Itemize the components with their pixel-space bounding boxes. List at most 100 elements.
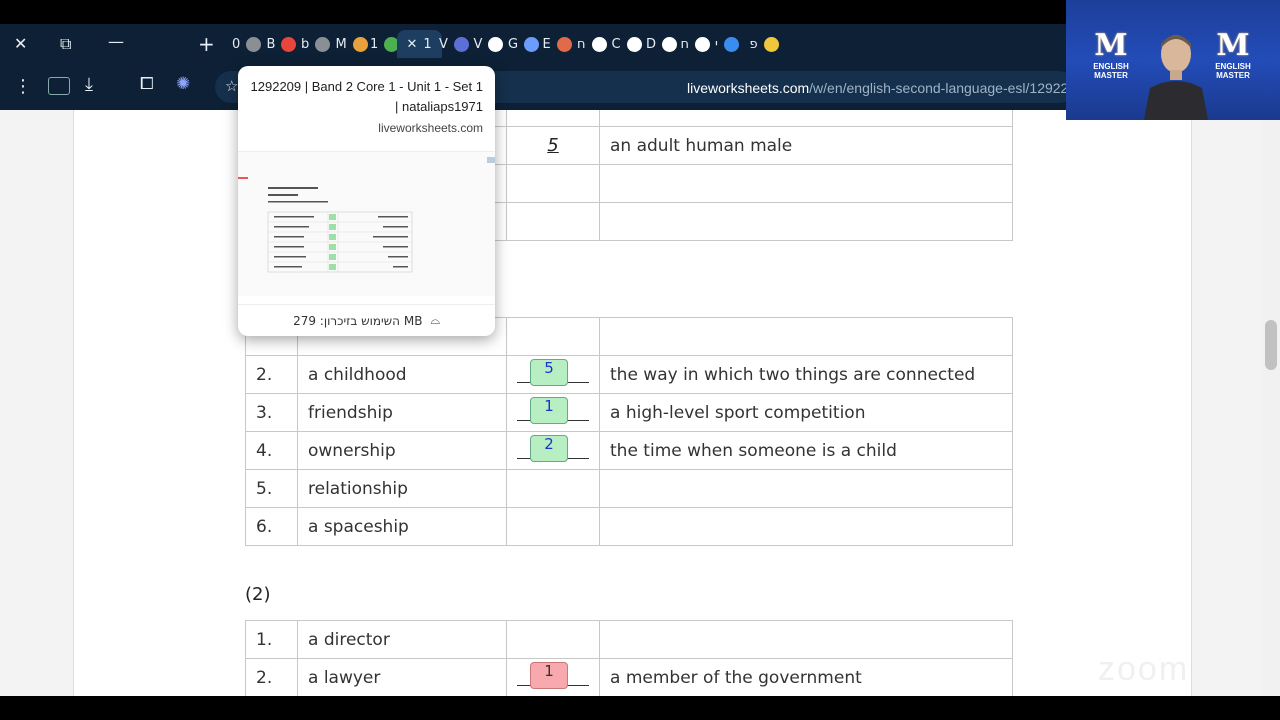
meaning-cell: the time when someone is a child	[599, 431, 1013, 470]
close-window-icon[interactable]: ✕	[14, 36, 27, 52]
meaning-cell: an adult human male	[599, 126, 1013, 165]
memory-gauge-icon: ⌓	[430, 313, 440, 327]
table-row: 2. a childhood 5 the way in which two th…	[245, 355, 1013, 394]
tab-label: י	[715, 36, 718, 52]
memory-usage: השימוש בזיכרון: 279 MB ⌓	[238, 304, 495, 336]
tab-label: 1	[423, 36, 432, 52]
tab-label: C	[611, 36, 621, 52]
tab-favicon-icon	[352, 36, 368, 52]
scroll-thumb[interactable]	[1265, 320, 1277, 370]
browser-tab[interactable]: 1	[370, 30, 400, 58]
tab-favicon-icon	[246, 36, 262, 52]
table-row: 3. friendship 1 a high-level sport compe…	[245, 393, 1013, 432]
english-master-logo-right: M ENGLISH MASTER	[1215, 28, 1251, 81]
browser-tab[interactable]: M	[336, 30, 368, 58]
tab-label: M	[335, 36, 347, 52]
tab-hover-card: 1292209 | Band 2 Core 1 - Unit 1 - Set 1…	[238, 66, 495, 336]
tab-search-icon[interactable]: ⧉	[60, 36, 71, 52]
browser-tab[interactable]: G	[508, 30, 540, 58]
tab-label: 0	[232, 36, 241, 52]
browser-tab[interactable]: V	[439, 30, 469, 58]
memory-usage-text: השימוש בזיכרון: 279 MB	[293, 313, 423, 328]
url-domain: liveworksheets.com	[687, 80, 810, 96]
screen: ✕ ⧉ — + 0 Bb M 1 ✕ 1 V V G E ח C D ח י פ ⋮ ⤓ ⧠ ✺ ☆ live…	[0, 0, 1280, 720]
tab-strip: ✕ ⧉ — + 0 Bb M 1 ✕ 1 V V G E ח C D ח י פ	[0, 24, 1066, 64]
word-cell: ownership	[297, 431, 507, 470]
browser-tab[interactable]: b	[301, 30, 331, 58]
meaning-cell	[599, 507, 1013, 546]
answer-drop-box-wrong[interactable]: 1	[530, 662, 568, 689]
answer-drop-box[interactable]: 5	[530, 359, 568, 386]
browser-tab[interactable]: V	[474, 30, 504, 58]
tab-label: B	[266, 36, 276, 52]
table-row: 4. ownership 2 the time when someone is …	[245, 431, 1013, 470]
tab-favicon-icon	[662, 36, 678, 52]
section-label: (2)	[245, 584, 271, 605]
row-number: 3.	[245, 393, 298, 432]
answer-drop-box[interactable]: 1	[530, 397, 568, 424]
url-text[interactable]: liveworksheets.com/w/en/english-second-l…	[687, 80, 1068, 96]
tab-label: פ	[749, 36, 758, 52]
table-row: 5. relationship	[245, 469, 1013, 508]
answer-text[interactable]: 5	[517, 135, 589, 156]
match-table-3: 1. a director 2. a lawyer 1 a member of …	[245, 620, 1013, 696]
page-scrollbar[interactable]	[1262, 110, 1280, 696]
answer-cell[interactable]	[506, 620, 600, 659]
meaning-cell: a member of the government	[599, 658, 1013, 696]
browser-tab[interactable]: י	[715, 30, 739, 58]
close-tab-icon[interactable]: ✕	[407, 37, 418, 52]
browser-tab[interactable]: פ	[750, 30, 779, 58]
hover-card-thumbnail	[238, 151, 495, 296]
word-cell: a spaceship	[297, 507, 507, 546]
meaning-cell	[599, 469, 1013, 508]
meaning-cell: the way in which two things are connecte…	[599, 355, 1013, 394]
tab-label: G	[508, 36, 519, 52]
row-number: 4.	[245, 431, 298, 470]
browser-tab[interactable]: ח	[680, 30, 710, 58]
tab-favicon-icon	[488, 36, 504, 52]
new-tab-icon[interactable]: +	[198, 34, 215, 54]
extensions-icon[interactable]: ⧠	[140, 76, 154, 93]
table-row: 2. a lawyer 1 a member of the government	[245, 658, 1013, 696]
word-cell: relationship	[297, 469, 507, 508]
tab-favicon-icon	[281, 36, 297, 52]
answer-cell[interactable]	[506, 507, 600, 546]
gemini-icon[interactable]: ✺	[176, 76, 190, 93]
bookmark-star-icon[interactable]: ☆	[225, 79, 238, 94]
tab-favicon-icon	[723, 36, 739, 52]
english-master-logo-left: M ENGLISH MASTER	[1093, 28, 1129, 81]
download-icon[interactable]: ⤓	[85, 76, 93, 94]
tab-label: 1	[370, 36, 379, 52]
browser-tab[interactable]: 0	[232, 30, 262, 58]
webcam-overlay: M ENGLISH MASTER M ENGLISH MASTER	[1066, 0, 1280, 120]
browser-tab[interactable]: C	[612, 30, 642, 58]
row-number: 5.	[245, 469, 298, 508]
minimize-icon[interactable]: —	[108, 34, 124, 50]
tab-favicon-icon	[695, 36, 710, 52]
meaning-cell: a high-level sport competition	[599, 393, 1013, 432]
tab-label: D	[646, 36, 657, 52]
english-master-extension-icon[interactable]	[48, 77, 70, 95]
word-cell: a director	[297, 620, 507, 659]
tab-favicon-icon	[763, 36, 779, 52]
answer-drop-box[interactable]: 2	[530, 435, 568, 462]
meaning-cell	[599, 202, 1013, 241]
browser-tab[interactable]: ח	[577, 30, 607, 58]
browser-tab[interactable]: B	[267, 30, 297, 58]
tab-favicon-icon	[556, 36, 572, 52]
tab-label: ח	[680, 36, 690, 52]
tab-label: E	[542, 36, 551, 52]
browser-tab[interactable]: ✕ 1	[396, 30, 442, 58]
tab-label: V	[439, 36, 448, 52]
word-cell: a childhood	[297, 355, 507, 394]
meaning-cell	[599, 620, 1013, 659]
browser-tab[interactable]: E	[543, 30, 572, 58]
tab-label: ח	[577, 36, 586, 52]
tab-favicon-icon	[315, 36, 331, 52]
match-table-2: 2. a childhood 5 the way in which two th…	[245, 317, 1013, 546]
answer-cell[interactable]	[506, 469, 600, 508]
menu-dots-icon[interactable]: ⋮	[14, 78, 32, 96]
url-path: /w/en/english-second-language-esl/12922	[809, 80, 1069, 96]
browser-tab[interactable]: D	[646, 30, 678, 58]
row-number: 1.	[245, 620, 298, 659]
